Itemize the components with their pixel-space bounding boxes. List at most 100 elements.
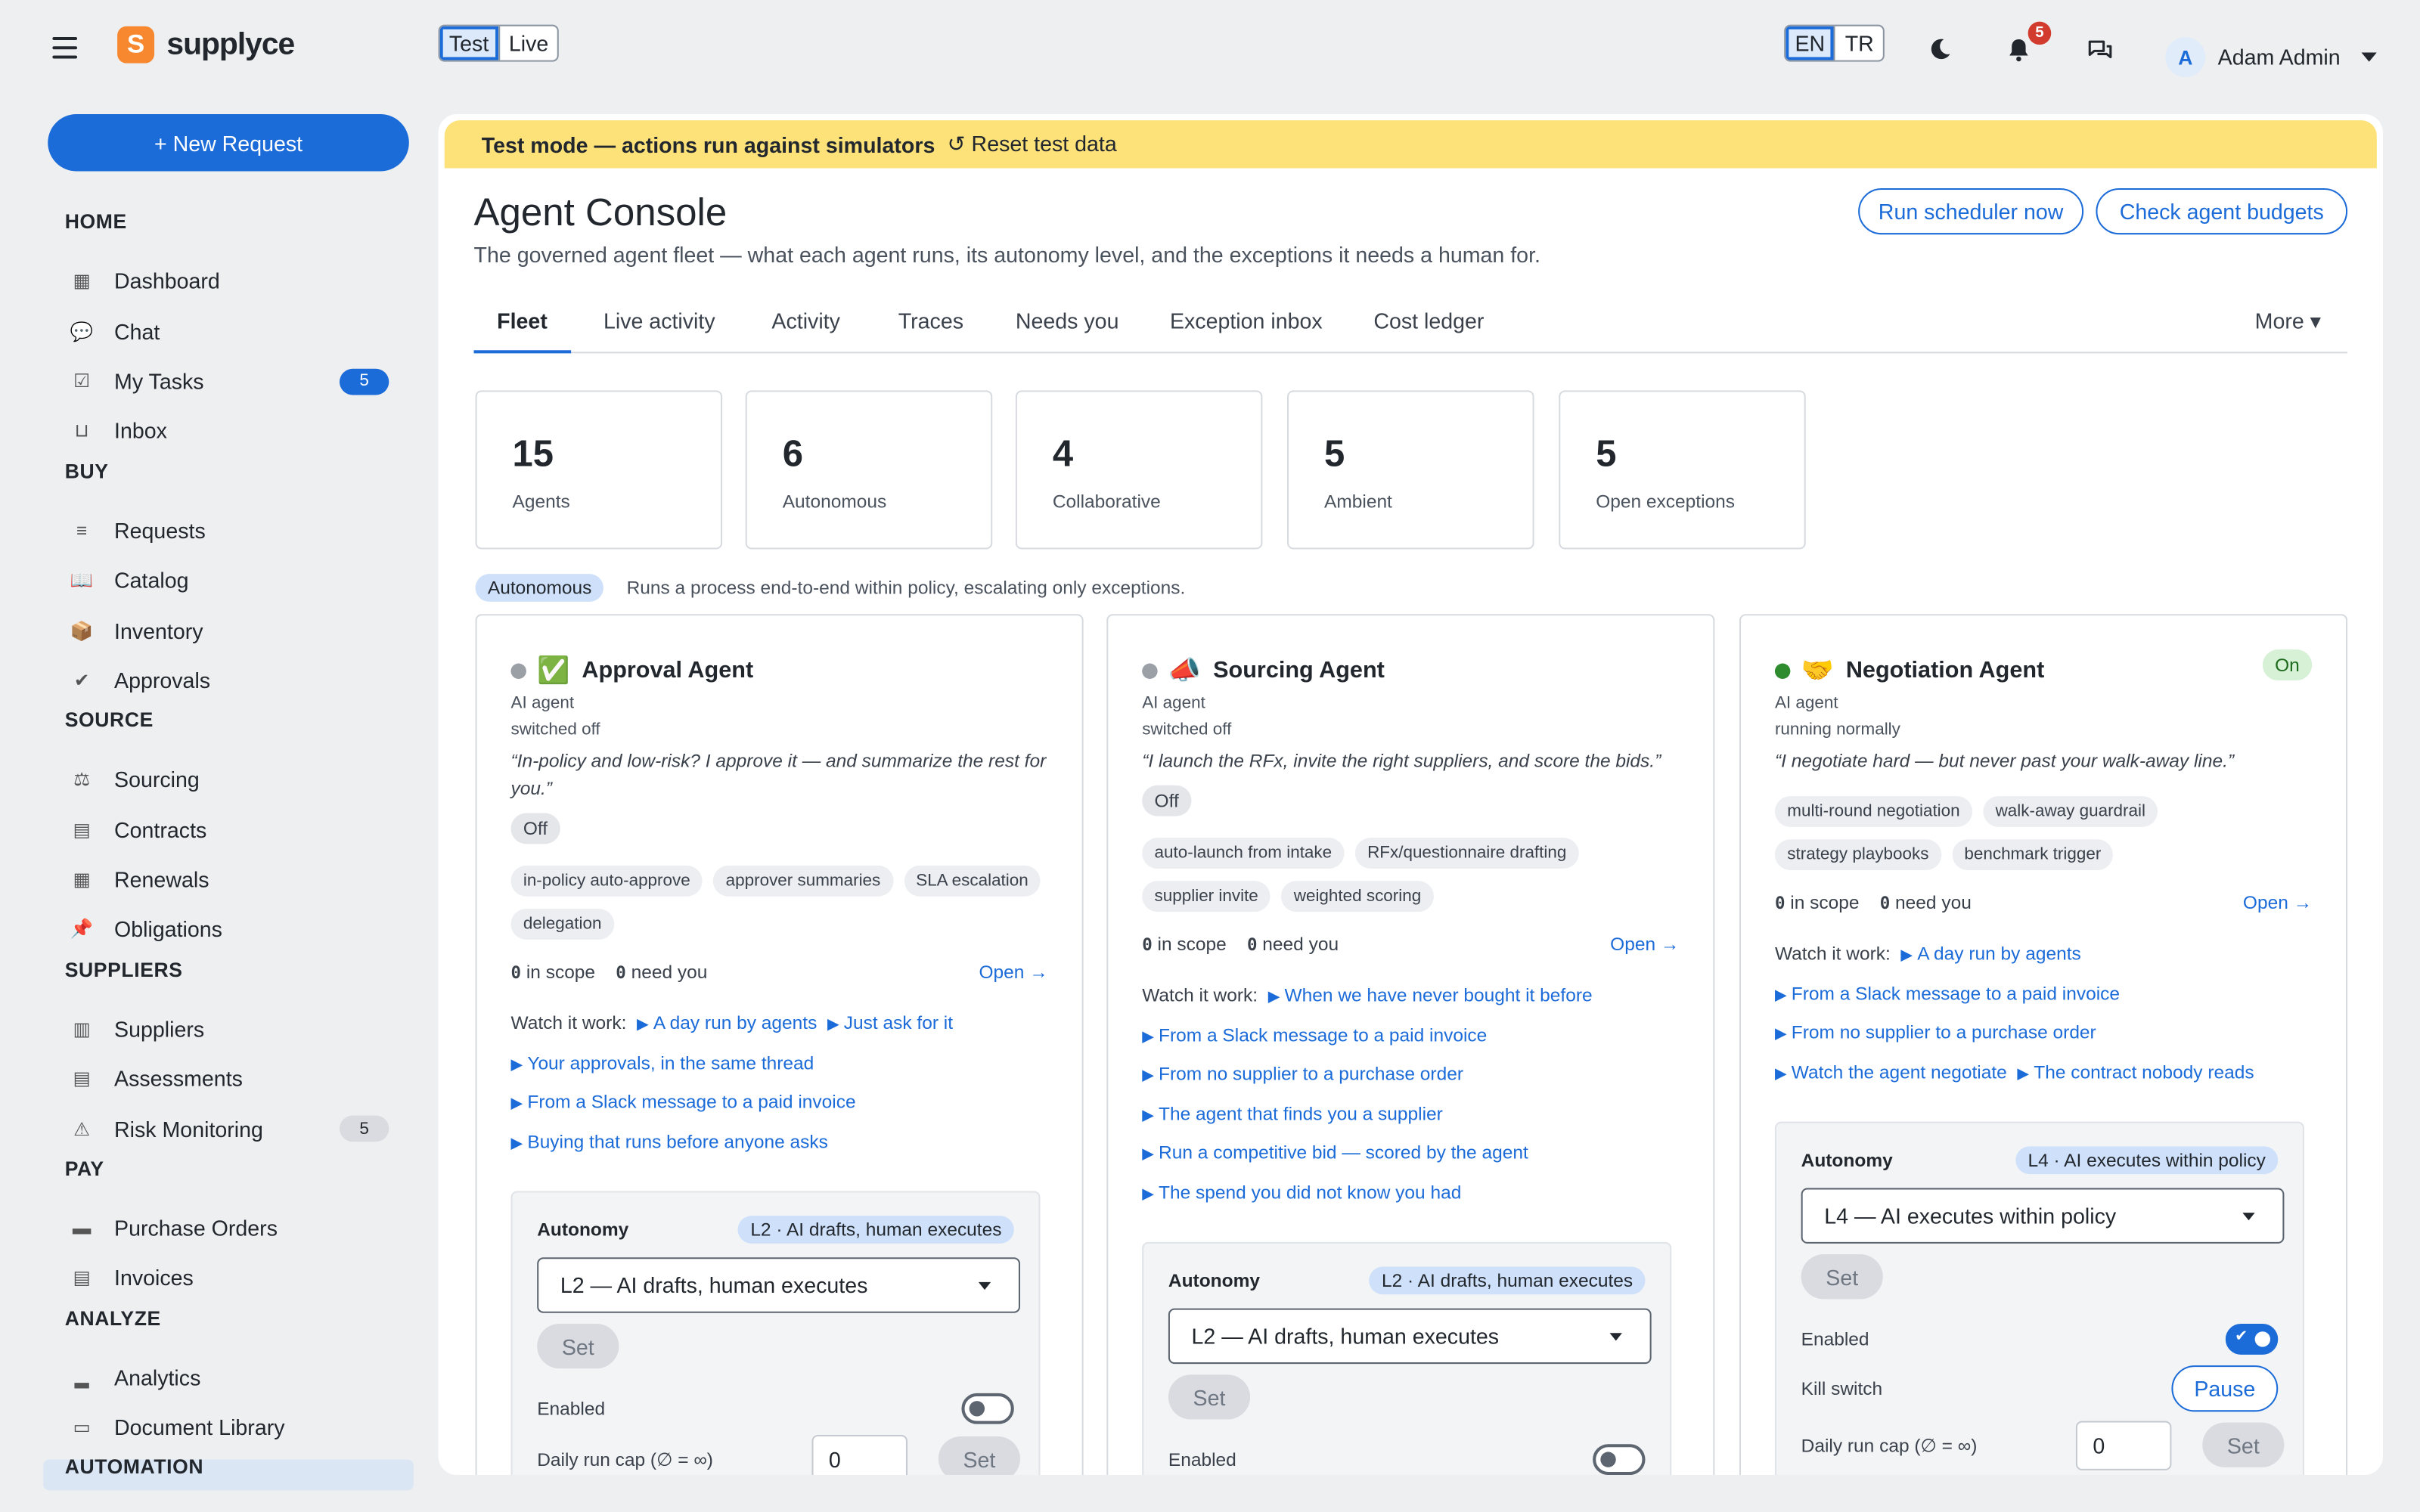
enabled-label: Enabled [1801, 1328, 1869, 1350]
set-cap-button[interactable]: Set [938, 1436, 1020, 1476]
sidebar-item-inventory[interactable]: 📦 Inventory [65, 606, 408, 655]
watch-row: ▶ From no supplier to a purchase order [1142, 1063, 1463, 1085]
scope-value: 0 [1774, 893, 1786, 914]
checkmark-icon: ✔ [2235, 1328, 2248, 1346]
autonomy-select[interactable]: L2 — AI drafts, human executes [1168, 1308, 1652, 1365]
daily-cap-input[interactable]: 0 [811, 1434, 908, 1476]
run-scheduler-button[interactable]: Run scheduler now [1858, 187, 2084, 235]
agent-emoji-icon: ✅ [537, 655, 570, 686]
autonomy-select[interactable]: L4 — AI executes within policy [1801, 1188, 2285, 1244]
sidebar-item-approvals[interactable]: ✔ Approvals [65, 655, 408, 705]
sidebar-item-purchase-orders[interactable]: ▬ Purchase Orders [65, 1204, 408, 1253]
enabled-toggle[interactable] [961, 1393, 1014, 1424]
logo[interactable]: S supplyce [117, 26, 295, 64]
sidebar-item-analytics[interactable]: ▂ Analytics [65, 1352, 408, 1402]
video-link[interactable]: ▶ A day run by agents [1900, 943, 2080, 965]
watch-row: ▶ Your approvals, in the same thread [511, 1052, 814, 1074]
tab-cost-ledger[interactable]: Cost ledger [1373, 308, 1484, 353]
set-autonomy-button[interactable]: Set [1168, 1374, 1251, 1420]
sidebar-item-suppliers[interactable]: ▥ Suppliers [65, 1004, 408, 1054]
watch-row: ▶ The agent that finds you a supplier [1142, 1102, 1443, 1124]
tab-needs-you[interactable]: Needs you [1016, 308, 1119, 353]
video-link[interactable]: ▶ From a Slack message to a paid invoice [1142, 1024, 1487, 1046]
box-icon: 📦 [70, 619, 94, 642]
set-autonomy-button[interactable]: Set [537, 1324, 619, 1369]
video-link[interactable]: ▶ Watch the agent negotiate [1775, 1061, 2007, 1083]
sidebar-item-contracts[interactable]: ▤ Contracts [65, 804, 408, 854]
sidebar-item-requests[interactable]: ≡ Requests [65, 505, 408, 555]
tab-traces[interactable]: Traces [898, 308, 963, 353]
reset-test-data-link[interactable]: ↺ Reset test data [948, 131, 1117, 157]
lang-en-button[interactable]: EN [1786, 26, 1835, 60]
sidebar-item-chat[interactable]: 💬 Chat [65, 306, 408, 356]
tab-activity[interactable]: Activity [771, 308, 839, 353]
sidebar-item-dashboard[interactable]: ▦ Dashboard [65, 256, 408, 306]
video-link[interactable]: ▶ A day run by agents [637, 1012, 817, 1034]
video-link[interactable]: ▶ Just ask for it [827, 1012, 953, 1034]
new-request-button[interactable]: + New Request [48, 114, 409, 172]
video-link[interactable]: ▶ From no supplier to a purchase order [1142, 1063, 1463, 1085]
sidebar-item-my-tasks[interactable]: ☑ My Tasks 5 [65, 356, 408, 406]
daily-cap-input[interactable]: 0 [2075, 1421, 2172, 1470]
open-agent-link[interactable]: Open → [2243, 892, 2312, 914]
sidebar-item-renewals[interactable]: ▦ Renewals [65, 854, 408, 904]
video-link[interactable]: ▶ Run a competitive bid — scored by the a… [1142, 1142, 1528, 1163]
sidebar-item-catalog[interactable]: 📖 Catalog [65, 556, 408, 606]
sidebar-item-document-library[interactable]: ▭ Document Library [65, 1402, 408, 1452]
sidebar-item-label: Obligations [114, 917, 222, 942]
menu-icon[interactable] [52, 36, 78, 59]
agent-card: 📣 Sourcing Agent AI agent switched off “I la… [1106, 614, 1715, 1476]
video-link[interactable]: ▶ Buying that runs before anyone asks [511, 1130, 828, 1152]
video-link[interactable]: ▶ The agent that finds you a supplier [1142, 1102, 1443, 1124]
open-agent-link[interactable]: Open → [1610, 934, 1679, 956]
video-title: A day run by agents [653, 1012, 818, 1034]
video-link[interactable]: ▶ When we have never bought it before [1268, 984, 1593, 1006]
video-link[interactable]: ▶ From a Slack message to a paid invoice [511, 1091, 856, 1113]
tab-live-activity[interactable]: Live activity [603, 308, 715, 353]
check-budgets-button[interactable]: Check agent budgets [2096, 187, 2348, 235]
lang-tr-button[interactable]: TR [1834, 26, 1883, 60]
set-cap-button[interactable]: Set [2202, 1422, 2285, 1467]
stat-card: 5 Ambient [1287, 390, 1534, 550]
enabled-toggle[interactable]: ✔ [2225, 1324, 2279, 1355]
sidebar-item-label: Approvals [114, 668, 211, 693]
capability-chip: benchmark trigger [1952, 839, 2114, 871]
sidebar-item-inbox[interactable]: ⊔ Inbox [65, 406, 408, 456]
video-title: From no supplier to a purchase order [1159, 1063, 1463, 1085]
video-link[interactable]: ▶ The contract nobody reads [2017, 1061, 2254, 1083]
video-title: Run a competitive bid — scored by the ag… [1159, 1142, 1528, 1163]
video-link[interactable]: ▶ From a Slack message to a paid invoice [1775, 982, 2120, 1004]
pause-button[interactable]: Pause [2171, 1365, 2279, 1412]
env-test-button[interactable]: Test [439, 26, 498, 60]
env-live-button[interactable]: Live [498, 26, 558, 60]
set-autonomy-button[interactable]: Set [1801, 1254, 1883, 1300]
watch-label: Watch it work: [510, 1012, 627, 1034]
capability-chip: auto-launch from intake [1142, 838, 1345, 869]
sidebar-item-label: My Tasks [114, 368, 204, 394]
grid-icon: ▦ [73, 270, 91, 293]
video-link[interactable]: ▶ The spend you did not know you had [1142, 1181, 1461, 1203]
tab-more[interactable]: More ▾ [2255, 308, 2321, 353]
messages-icon[interactable] [2083, 34, 2114, 65]
enabled-toggle[interactable] [1593, 1444, 1646, 1476]
sidebar-item-risk-monitoring[interactable]: ⚠ Risk Monitoring 5 [65, 1104, 408, 1154]
video-link[interactable]: ▶ Your approvals, in the same thread [511, 1052, 814, 1074]
dark-mode-icon[interactable] [1925, 34, 1956, 65]
tab-exception-inbox[interactable]: Exception inbox [1170, 308, 1323, 353]
autonomy-select[interactable]: L2 — AI drafts, human executes [537, 1257, 1020, 1313]
sidebar-item-invoices[interactable]: ▤ Invoices [65, 1253, 408, 1303]
video-link[interactable]: ▶ From no supplier to a purchase order [1775, 1021, 2096, 1043]
play-icon: ▶ [510, 1135, 523, 1152]
watch-row: ▶ Buying that runs before anyone asks [511, 1130, 828, 1152]
stat-label: Collaborative [1052, 490, 1161, 513]
sidebar-item-sourcing[interactable]: ⚖ Sourcing [65, 754, 408, 804]
logo-mark: S [117, 26, 155, 64]
page-subtitle: The governed agent fleet — what each age… [473, 242, 1540, 268]
tab-fleet[interactable]: Fleet [473, 308, 571, 354]
open-agent-link[interactable]: Open → [979, 961, 1047, 983]
sidebar-item-obligations[interactable]: 📌 Obligations [65, 905, 408, 955]
agent-status: running normally [1774, 720, 1900, 739]
agent-type: AI agent [510, 694, 575, 713]
sidebar-item-assessments[interactable]: ▤ Assessments [65, 1054, 408, 1104]
user-menu[interactable]: A Adam Admin [2165, 36, 2378, 78]
